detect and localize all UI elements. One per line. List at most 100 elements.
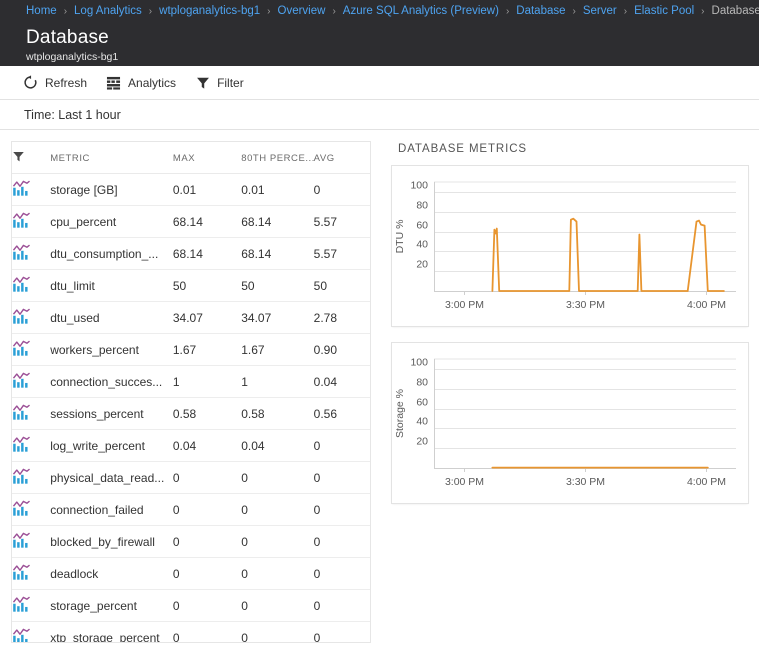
command-toolbar: Refresh Analytics Filter xyxy=(0,66,759,100)
chart-icon[interactable] xyxy=(12,589,51,622)
filter-icon[interactable] xyxy=(12,150,25,163)
metric-label: deadlock xyxy=(50,566,99,581)
cell-metric-name: physical_data_read... xyxy=(50,461,173,494)
table-row[interactable]: xtp_storage_percent 0 0 0 xyxy=(12,621,370,643)
metric-label: xtp_storage_percent xyxy=(50,630,160,643)
breadcrumb-separator: › xyxy=(701,5,705,17)
cell-metric-name: dtu_limit xyxy=(50,269,173,302)
breadcrumb-item-server[interactable]: Server xyxy=(583,5,617,17)
table-row[interactable]: blocked_by_firewall 0 0 0 xyxy=(12,525,370,558)
chart-card-dtu[interactable]: 20 40 60 80 100 3:00 PM 3:30 PM 4:00 PM DTU % xyxy=(392,166,748,326)
storage-percent-chart: 20 40 60 80 100 3:00 PM 3:30 PM 4:00 PM Storage … xyxy=(394,357,736,488)
chart-icon[interactable] xyxy=(12,237,51,270)
cell-avg: 50 xyxy=(313,269,370,302)
table-row[interactable]: dtu_limit 50 50 50 xyxy=(12,269,370,302)
refresh-button[interactable]: Refresh xyxy=(22,70,87,96)
metric-label: physical_data_read... xyxy=(50,470,165,485)
breadcrumb-item-azure-sql-analytics-preview[interactable]: Azure SQL Analytics (Preview) xyxy=(343,5,499,17)
table-row[interactable]: workers_percent 1.67 1.67 0.90 xyxy=(12,333,370,366)
cell-metric-name: blocked_by_firewall xyxy=(50,525,173,558)
chart-icon[interactable] xyxy=(12,301,51,334)
breadcrumb-item-elastic-pool[interactable]: Elastic Pool xyxy=(634,5,694,17)
cell-avg: 0 xyxy=(313,621,370,642)
cell-metric-name: workers_percent xyxy=(50,333,173,366)
breadcrumb-item-log-analytics[interactable]: Log Analytics xyxy=(74,5,142,17)
cell-max: 0 xyxy=(172,589,242,622)
metric-label: dtu_used xyxy=(50,310,100,325)
column-header-p80[interactable]: 80TH PERCE... xyxy=(241,142,314,174)
metric-label: storage_percent xyxy=(50,598,137,613)
toolbar-button-label: Refresh xyxy=(45,75,88,90)
cell-avg: 0.56 xyxy=(313,397,370,430)
filter-button[interactable]: Filter xyxy=(194,70,244,96)
cell-max: 0 xyxy=(172,621,242,642)
svg-text:20: 20 xyxy=(416,259,428,271)
cell-p80: 1 xyxy=(241,365,314,398)
chart-icon[interactable] xyxy=(12,397,51,430)
chart-icon[interactable] xyxy=(12,269,51,302)
cell-max: 0 xyxy=(172,461,242,494)
table-row[interactable]: physical_data_read... 0 0 0 xyxy=(12,461,370,494)
svg-text:80: 80 xyxy=(416,377,428,389)
table-row[interactable]: dtu_used 34.07 34.07 2.78 xyxy=(12,301,370,334)
chart-icon[interactable] xyxy=(12,333,51,366)
chart-icon[interactable] xyxy=(12,525,51,558)
chart-icon[interactable] xyxy=(12,173,51,206)
breadcrumb-item-database[interactable]: Database xyxy=(516,5,565,17)
table-row[interactable]: deadlock 0 0 0 xyxy=(12,557,370,590)
time-range-bar[interactable]: Time: Last 1 hour xyxy=(0,100,759,130)
chart-icon[interactable] xyxy=(12,621,51,642)
table-row[interactable]: log_write_percent 0.04 0.04 0 xyxy=(12,429,370,462)
chart-icon[interactable] xyxy=(12,429,51,462)
chart-icon[interactable] xyxy=(12,493,51,526)
cell-metric-name: connection_failed xyxy=(50,493,173,526)
breadcrumb-item-overview[interactable]: Overview xyxy=(278,5,326,17)
cell-metric-name: dtu_used xyxy=(50,301,173,334)
table-row[interactable]: sessions_percent 0.58 0.58 0.56 xyxy=(12,397,370,430)
svg-text:3:30 PM: 3:30 PM xyxy=(566,476,605,488)
column-header-avg[interactable]: AVG xyxy=(313,142,370,174)
chart-icon[interactable] xyxy=(12,365,51,398)
cell-p80: 0.04 xyxy=(241,429,314,462)
cell-avg: 5.57 xyxy=(313,237,370,270)
breadcrumb-separator: › xyxy=(572,5,576,17)
chart-icon[interactable] xyxy=(12,205,51,238)
cell-max: 0.04 xyxy=(172,429,242,462)
analytics-button[interactable]: Analytics xyxy=(105,70,176,96)
chart-card-storage[interactable]: 20 40 60 80 100 3:00 PM 3:30 PM 4:00 PM Storage … xyxy=(392,343,748,503)
cell-avg: 0 xyxy=(313,461,370,494)
table-row[interactable]: storage [GB] 0.01 0.01 0 xyxy=(12,173,370,206)
svg-text:3:00 PM: 3:00 PM xyxy=(445,476,484,488)
svg-text:60: 60 xyxy=(416,220,428,232)
table-row[interactable]: cpu_percent 68.14 68.14 5.57 xyxy=(12,205,370,238)
charts-column: DATABASE METRICS 20 40 60 80 100 3:00 PM 3:30 … xyxy=(392,142,748,658)
cell-max: 0 xyxy=(172,557,242,590)
table-row[interactable]: dtu_consumption_... 68.14 68.14 5.57 xyxy=(12,237,370,270)
cell-avg: 0 xyxy=(313,173,370,206)
cell-avg: 0.04 xyxy=(313,365,370,398)
table-row[interactable]: connection_succes... 1 1 0.04 xyxy=(12,365,370,398)
column-header-filter[interactable] xyxy=(12,142,51,174)
chart-icon[interactable] xyxy=(12,461,51,494)
cell-metric-name: storage_percent xyxy=(50,589,173,622)
cell-p80: 0 xyxy=(241,621,314,642)
metric-label: connection_failed xyxy=(50,502,144,517)
column-header-max[interactable]: MAX xyxy=(172,142,242,174)
cell-avg: 0 xyxy=(313,429,370,462)
table-row[interactable]: storage_percent 0 0 0 xyxy=(12,589,370,622)
table-row[interactable]: connection_failed 0 0 0 xyxy=(12,493,370,526)
breadcrumb-item-home[interactable]: Home xyxy=(26,5,57,17)
dtu-percent-chart: 20 40 60 80 100 3:00 PM 3:30 PM 4:00 PM DTU % xyxy=(394,180,736,311)
column-header-metric[interactable]: METRIC xyxy=(50,142,173,174)
breadcrumb-item-wtploganalytics-bg1[interactable]: wtploganalytics-bg1 xyxy=(159,5,260,17)
cell-metric-name: xtp_storage_percent xyxy=(50,621,173,643)
cell-p80: 68.14 xyxy=(241,237,314,270)
cell-p80: 0.58 xyxy=(241,397,314,430)
cell-p80: 34.07 xyxy=(241,301,314,334)
svg-text:Storage %: Storage % xyxy=(394,389,406,438)
cell-max: 1.67 xyxy=(172,333,242,366)
toolbar-button-label: Filter xyxy=(217,75,244,90)
chart-icon[interactable] xyxy=(12,557,51,590)
breadcrumb-separator: › xyxy=(332,5,336,17)
breadcrumb-separator: › xyxy=(148,5,153,17)
